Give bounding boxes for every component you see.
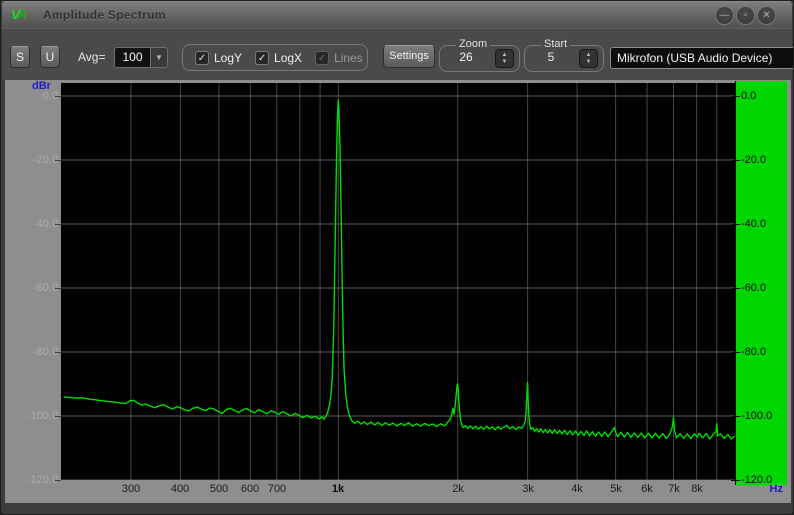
title-bar[interactable]: VA ~ Amplitude Spectrum — ▫ ✕: [2, 2, 792, 28]
window-controls: — ▫ ✕: [715, 6, 776, 25]
x-axis-label: 2k: [452, 483, 464, 495]
meter-axis-label: 0.0: [741, 90, 756, 102]
y-axis-label: -60.0: [5, 282, 58, 294]
y-axis-label: -100.0: [5, 410, 58, 422]
chart-panel: dBr dBr Hz 0.00.0-20.0-20.0-40.0-40.0-60…: [5, 80, 791, 503]
meter-axis-tick: [731, 480, 740, 481]
meter-axis-label: -80.0: [741, 346, 766, 358]
x-axis-label: 5k: [610, 483, 622, 495]
check-icon: ✓: [255, 51, 269, 65]
spin-down-icon[interactable]: ▼: [586, 59, 592, 66]
y-axis-tick: [55, 288, 61, 289]
y-axis-tick: [55, 480, 61, 481]
zoom-spinner-group: Zoom 26 ▲ ▼: [439, 45, 520, 72]
y-axis-label: 0.0: [5, 90, 58, 102]
y-axis-tick: [55, 96, 61, 97]
meter-axis-tick: [731, 352, 740, 353]
window-title: Amplitude Spectrum: [43, 8, 166, 22]
spin-up-icon[interactable]: ▲: [586, 52, 592, 59]
y-axis-tick: [55, 416, 61, 417]
meter-axis-tick: [731, 160, 740, 161]
x-axis-label: 3k: [522, 483, 534, 495]
app-logo-icon: VA ~: [11, 6, 37, 24]
y-axis-label: -40.0: [5, 218, 58, 230]
x-axis-label: 700: [268, 483, 286, 495]
avg-label: Avg=: [78, 50, 105, 64]
settings-button[interactable]: Settings: [383, 45, 435, 68]
meter-axis-label: -120.0: [741, 474, 772, 486]
start-label: Start: [541, 38, 570, 50]
y-axis-tick: [55, 352, 61, 353]
x-axis-label: 1k: [332, 483, 344, 495]
y-axis-label: -20.0: [5, 154, 58, 166]
close-button[interactable]: ✕: [757, 6, 776, 25]
meter-axis-label: -60.0: [741, 282, 766, 294]
meter-axis-tick: [731, 416, 740, 417]
start-spinner-group: Start 5 ▲ ▼: [524, 45, 604, 72]
meter-axis-tick: [731, 224, 740, 225]
y-axis-tick: [55, 224, 61, 225]
y-axis-label: -80.0: [5, 346, 58, 358]
zoom-label: Zoom: [456, 38, 490, 50]
meter-axis-label: -100.0: [741, 410, 772, 422]
avg-dropdown-button[interactable]: ▼: [150, 47, 168, 68]
check-icon: ✓: [195, 51, 209, 65]
x-axis-label: 300: [122, 483, 140, 495]
spin-up-icon[interactable]: ▲: [502, 52, 508, 59]
spin-down-icon[interactable]: ▼: [502, 59, 508, 66]
meter-axis-label: -20.0: [741, 154, 766, 166]
logx-checkbox[interactable]: ✓ LogX: [255, 51, 302, 65]
start-value[interactable]: 5: [531, 50, 571, 64]
toolbar: S U Avg= 100 ▼ ✓ LogY ✓ LogX ✓ Lines Set…: [2, 28, 792, 80]
meter-axis-tick: [731, 288, 740, 289]
meter-axis-label: -40.0: [741, 218, 766, 230]
minimize-button[interactable]: —: [715, 6, 734, 25]
x-axis-label: 600: [241, 483, 259, 495]
x-axis-label: 7k: [668, 483, 680, 495]
axis-options-group: ✓ LogY ✓ LogX ✓ Lines: [182, 44, 368, 71]
input-device-field[interactable]: Mikrofon (USB Audio Device): [610, 47, 794, 69]
check-icon: ✓: [315, 51, 329, 65]
zoom-value[interactable]: 26: [446, 50, 486, 64]
x-axis-label: 500: [210, 483, 228, 495]
zoom-stepper[interactable]: ▲ ▼: [495, 49, 514, 68]
x-axis-label: 4k: [571, 483, 583, 495]
avg-value-field[interactable]: 100: [114, 47, 150, 68]
save-spectrum-button[interactable]: S: [10, 46, 30, 68]
chevron-down-icon: ▼: [155, 53, 163, 62]
x-axis-label: 8k: [691, 483, 703, 495]
x-axis-label: 400: [171, 483, 189, 495]
y-axis-label: -120.0: [5, 474, 58, 486]
start-stepper[interactable]: ▲ ▼: [579, 49, 598, 68]
u-button[interactable]: U: [40, 46, 60, 68]
spectrum-plot[interactable]: [61, 83, 735, 480]
logy-checkbox[interactable]: ✓ LogY: [195, 51, 242, 65]
y-axis-tick: [55, 160, 61, 161]
lines-checkbox: ✓ Lines: [315, 51, 363, 65]
maximize-button[interactable]: ▫: [736, 6, 755, 25]
app-window: VA ~ Amplitude Spectrum — ▫ ✕ S U Avg= 1…: [0, 0, 794, 515]
x-axis-label: 6k: [641, 483, 653, 495]
meter-axis-tick: [731, 96, 740, 97]
